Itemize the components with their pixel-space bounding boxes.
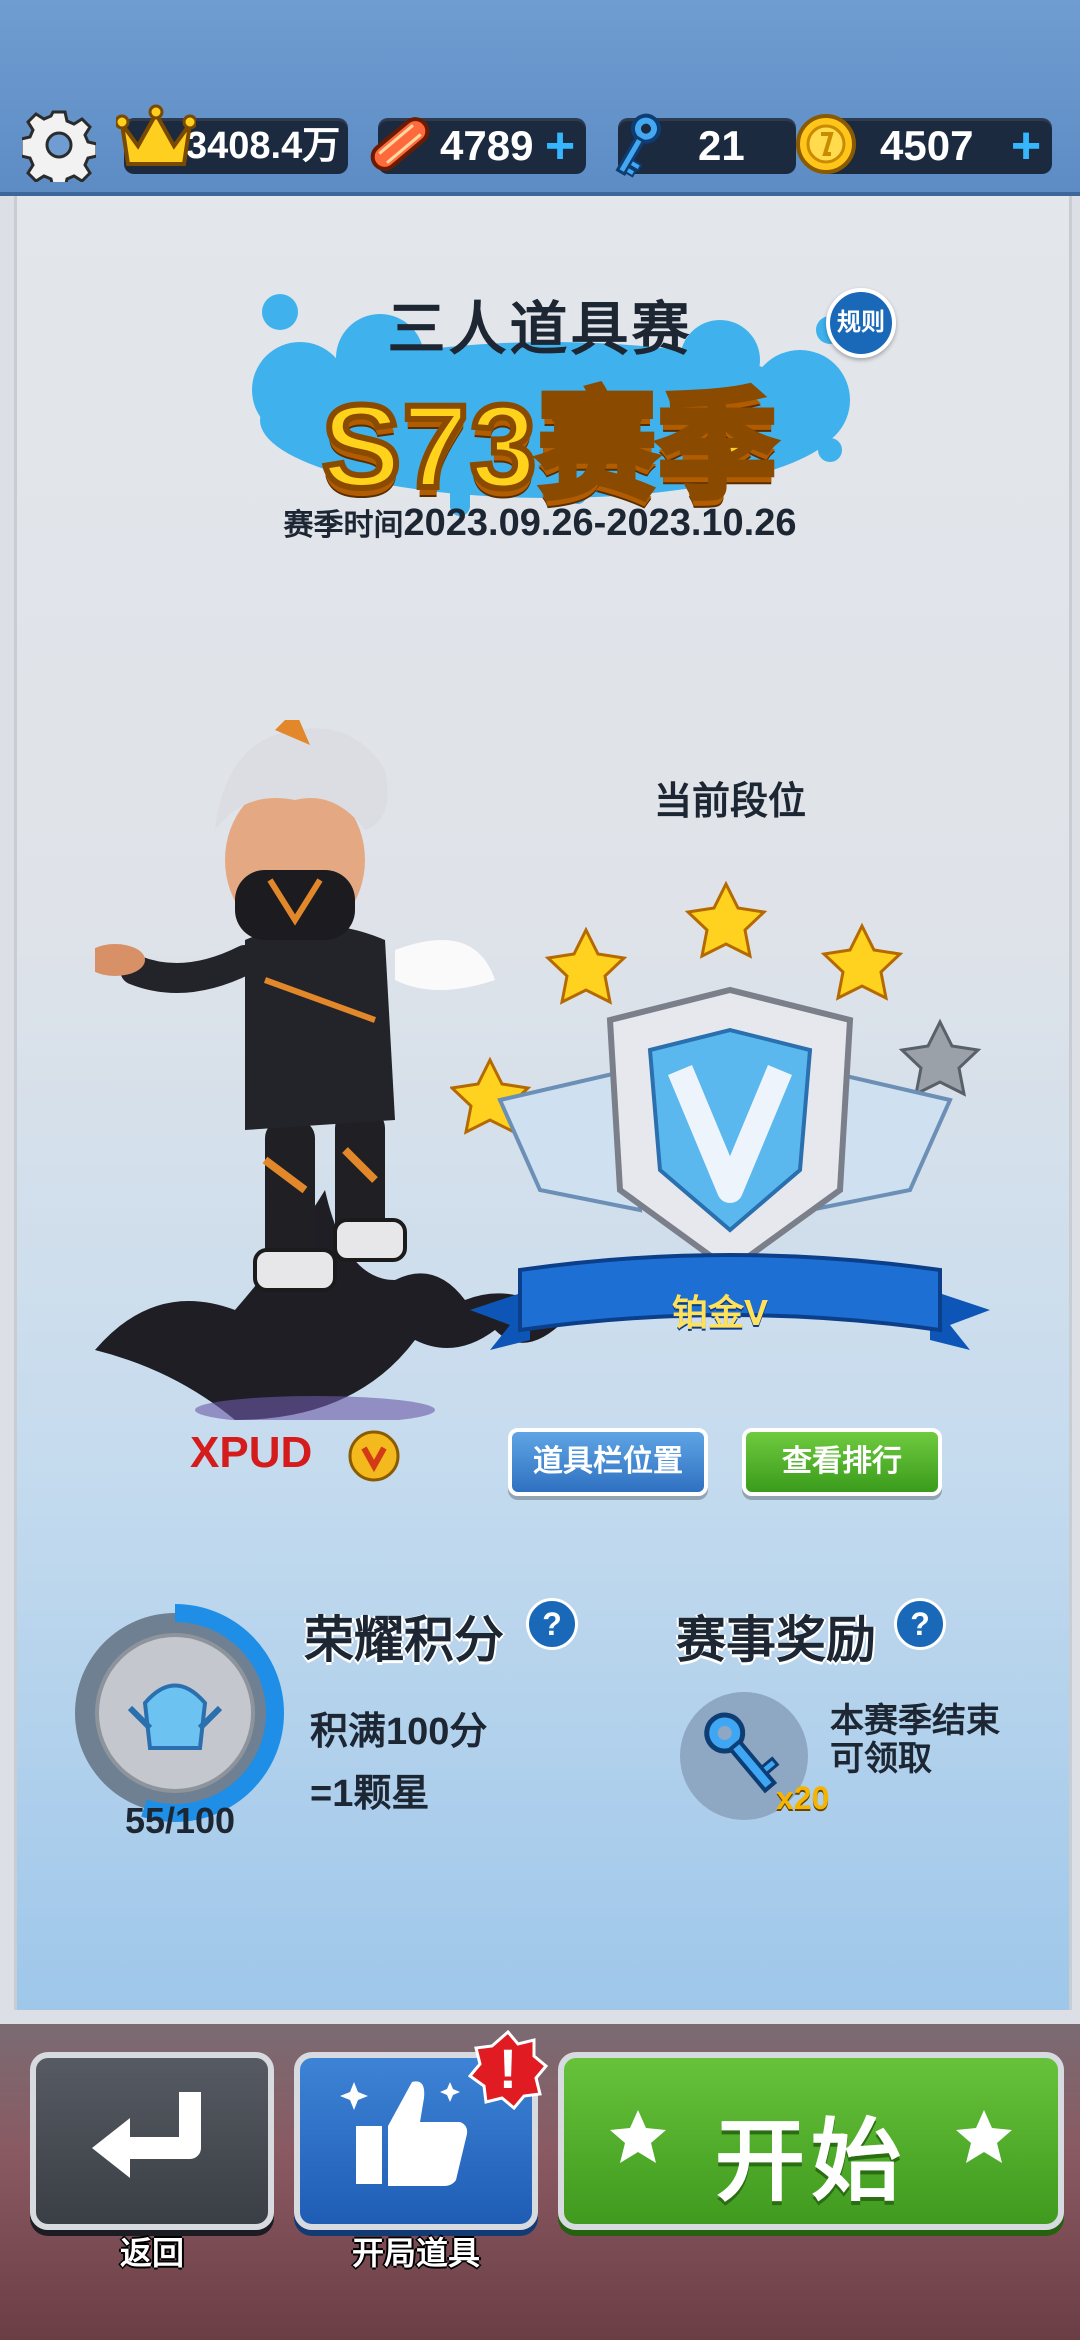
star-icon <box>684 880 768 959</box>
honor-help-button[interactable]: ? <box>526 1598 578 1650</box>
return-arrow-icon <box>92 2092 201 2178</box>
honor-count: 55/100 <box>124 1800 236 1841</box>
honor-progress-ring <box>66 1604 284 1822</box>
reward-description: 本赛季结束可领取 <box>830 1702 1000 1778</box>
add-coins-button[interactable]: + <box>1006 120 1046 172</box>
view-ranking-button[interactable]: 查看排行 <box>742 1428 942 1496</box>
star-icon <box>820 922 904 1001</box>
settings-gear-icon[interactable] <box>22 108 96 182</box>
keys-value: 21 <box>698 122 745 169</box>
coin-icon <box>796 114 856 174</box>
reward-quantity: x20 <box>776 1780 830 1816</box>
boards-value: 4789 <box>440 122 534 169</box>
honor-points-title: 荣耀积分 <box>304 1612 504 1668</box>
season-time-range: 2023.09.26-2023.10.26 <box>403 502 797 544</box>
coins-value: 4507 <box>880 122 974 169</box>
season-time: 赛季时间2023.09.26-2023.10.26 <box>0 500 1080 545</box>
alert-mark: ! <box>498 2037 518 2100</box>
honor-desc-line1: 积满100分 <box>310 1711 488 1753</box>
star-right-icon <box>956 2110 1012 2163</box>
crown-icon <box>116 104 196 166</box>
back-label: 返回 <box>119 2235 184 2271</box>
crown-value: 3408.4万 <box>186 125 341 167</box>
item-slot-button[interactable]: 道具栏位置 <box>508 1428 708 1496</box>
rank-badge-icon <box>348 1430 400 1482</box>
top-bar: 3408.4万 4789 + 21 4507 + <box>0 0 1080 196</box>
rules-button[interactable]: 规则 <box>826 288 896 358</box>
event-reward-title: 赛事奖励 <box>676 1612 876 1668</box>
reward-help-button[interactable]: ? <box>894 1598 946 1650</box>
rank-name: 铂金V <box>671 1292 768 1333</box>
empty-star-icon <box>898 1018 982 1097</box>
star-icon <box>544 926 628 1005</box>
back-button[interactable] <box>30 2052 274 2230</box>
honor-desc-line2: =1颗星 <box>310 1773 430 1815</box>
player-name: XPUD <box>190 1428 313 1477</box>
key-icon <box>615 113 661 178</box>
starting-items-label: 开局道具 <box>351 2235 480 2271</box>
trophy-icon <box>142 1683 208 1750</box>
start-button[interactable]: 开始 <box>558 2052 1064 2230</box>
current-rank-label: 当前段位 <box>653 781 806 823</box>
hoverboard-icon <box>370 117 430 171</box>
season-number: S73赛季 <box>319 378 779 516</box>
season-time-label: 赛季时间 <box>283 509 404 542</box>
add-boards-button[interactable]: + <box>540 120 580 172</box>
